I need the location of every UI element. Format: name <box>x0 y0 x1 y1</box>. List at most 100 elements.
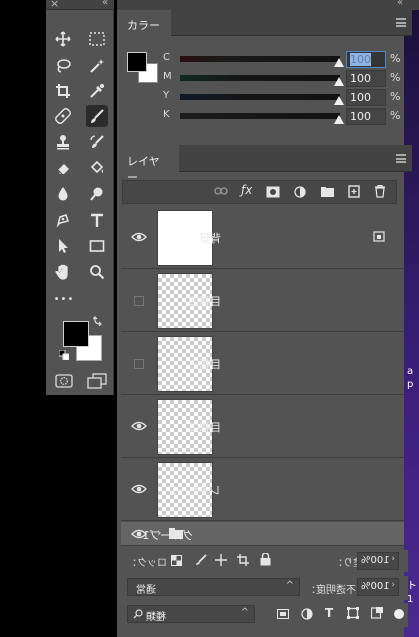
value-input-m[interactable]: 100 <box>346 70 386 87</box>
filter-pixel-icon[interactable] <box>277 609 289 619</box>
type-tool-icon[interactable] <box>86 209 108 231</box>
swap-colors-icon[interactable] <box>92 316 103 329</box>
link-layers-icon[interactable] <box>214 186 228 199</box>
close-icon[interactable]: × <box>50 0 59 10</box>
tab-color[interactable]: カラー <box>117 10 171 36</box>
layer-row-layer-1[interactable]: レイヤー1 <box>121 459 404 521</box>
dodge-tool-icon[interactable] <box>86 183 108 205</box>
filter-kind-dropdown[interactable]: 種類 ^ <box>127 605 255 623</box>
lasso-tool-icon[interactable] <box>52 55 74 77</box>
visibility-eye-icon[interactable] <box>131 483 147 495</box>
layer-name[interactable]: 目標四 <box>188 293 221 309</box>
new-group-icon[interactable] <box>321 187 334 200</box>
slider-row-c: C 100 % <box>163 51 409 69</box>
eyedropper-tool-icon[interactable] <box>86 80 108 102</box>
slider-track-c[interactable] <box>180 56 340 62</box>
layers-panel-menu-icon[interactable] <box>396 154 406 163</box>
healing-brush-tool-icon[interactable] <box>52 105 74 127</box>
slider-label-m: M <box>163 71 172 82</box>
fill-input[interactable]: 100% › <box>357 552 399 570</box>
value-input-y[interactable]: 100 <box>346 89 386 106</box>
marquee-tool-icon[interactable] <box>86 28 108 50</box>
layer-name[interactable]: レイヤー1 <box>170 482 221 498</box>
layer-row-goal-3[interactable]: 目標三 <box>121 333 404 395</box>
pen-tool-icon[interactable] <box>52 209 74 231</box>
layer-name[interactable]: 背景 <box>199 230 221 246</box>
opacity-input[interactable]: 100% › <box>357 578 399 596</box>
add-mask-icon[interactable] <box>266 186 280 201</box>
panel-dock-header: « <box>117 0 419 10</box>
dropdown-arrow-icon: ^ <box>240 607 249 618</box>
slider-label-y: Y <box>163 90 170 101</box>
layer-group-row[interactable]: › グループ1 <box>121 522 404 546</box>
value-input-c[interactable]: 100 <box>346 51 386 68</box>
layer-row-goal-2[interactable]: 目標二 <box>121 396 404 458</box>
rectangle-tool-icon[interactable] <box>86 235 108 257</box>
visibility-eye-icon[interactable] <box>131 231 147 243</box>
layer-name[interactable]: 目標三 <box>188 356 221 372</box>
dock-collapse-icon[interactable]: « <box>397 0 403 8</box>
unit-m: % <box>390 71 401 84</box>
foreground-color-swatch[interactable] <box>63 321 89 347</box>
hand-tool-icon[interactable] <box>52 261 74 283</box>
more-tools-icon[interactable]: ••• <box>53 288 75 310</box>
quick-mask-icon[interactable] <box>55 374 73 391</box>
layer-style-icon[interactable]: ƒx <box>241 183 252 197</box>
filter-type-icon[interactable]: T <box>325 606 333 620</box>
collapse-icon[interactable]: « <box>102 0 108 8</box>
layer-row-goal-4[interactable]: 目標四 <box>121 270 404 332</box>
zoom-tool-icon[interactable] <box>86 261 108 283</box>
blur-tool-icon[interactable] <box>52 183 74 205</box>
layer-name[interactable]: 目標二 <box>188 419 221 435</box>
adjustment-layer-icon[interactable] <box>294 186 306 201</box>
lock-icon[interactable] <box>373 231 385 243</box>
delete-layer-icon[interactable] <box>374 184 386 201</box>
history-brush-tool-icon[interactable] <box>86 131 108 153</box>
slider-knob-k[interactable] <box>334 115 344 124</box>
lock-position-icon[interactable] <box>215 554 227 566</box>
filter-smart-object-icon[interactable] <box>371 607 383 619</box>
color-panel-fg-swatch[interactable] <box>127 52 147 72</box>
visibility-toggle-empty[interactable] <box>134 359 144 369</box>
unit-y: % <box>390 90 401 103</box>
lock-transparent-icon[interactable] <box>171 555 182 566</box>
value-input-k[interactable]: 100 <box>346 108 386 125</box>
eraser-tool-icon[interactable] <box>52 157 74 179</box>
slider-row-k: K 100 % <box>163 108 409 126</box>
blend-mode-dropdown[interactable]: 通常 ^ <box>127 578 300 596</box>
slider-track-m[interactable] <box>180 75 340 81</box>
lock-fill-row: ロック： 塗り： 100% › <box>121 550 408 572</box>
opacity-label: 不透明度： <box>306 585 356 596</box>
lock-all-icon[interactable] <box>260 553 271 566</box>
lock-image-icon[interactable] <box>195 554 207 566</box>
filter-shape-icon[interactable] <box>347 607 359 619</box>
brush-tool-icon[interactable] <box>86 105 108 127</box>
new-layer-icon[interactable] <box>348 185 360 201</box>
filter-toggle-icon[interactable] <box>394 609 404 619</box>
lock-artboard-icon[interactable] <box>237 554 249 566</box>
slider-knob-y[interactable] <box>334 96 344 105</box>
clone-stamp-tool-icon[interactable] <box>52 131 74 153</box>
crop-tool-icon[interactable] <box>52 80 74 102</box>
blend-opacity-row: 通常 ^ 不透明度： 100% › <box>121 576 408 600</box>
tab-layers[interactable]: レイヤー <box>117 145 179 184</box>
slider-track-k[interactable] <box>180 113 340 119</box>
default-colors-icon[interactable] <box>58 349 70 363</box>
layers-panel-tabbar: レイヤー <box>117 145 412 184</box>
dropdown-arrow-icon: ^ <box>285 580 294 591</box>
paint-bucket-tool-icon[interactable] <box>86 157 108 179</box>
slider-track-y[interactable] <box>180 94 340 100</box>
group-name[interactable]: グループ1 <box>143 527 193 543</box>
tools-panel-header[interactable]: × « <box>46 0 114 10</box>
filter-adjustment-icon[interactable] <box>301 608 313 620</box>
screen-mode-icon[interactable] <box>87 373 107 392</box>
color-panel-menu-icon[interactable] <box>396 18 406 27</box>
slider-knob-c[interactable] <box>334 58 344 67</box>
layer-row-background[interactable]: 背景 <box>121 207 404 269</box>
magic-wand-tool-icon[interactable] <box>86 55 108 77</box>
visibility-toggle-empty[interactable] <box>134 296 144 306</box>
path-selection-tool-icon[interactable] <box>52 235 74 257</box>
slider-knob-m[interactable] <box>334 77 344 86</box>
visibility-eye-icon[interactable] <box>131 420 147 432</box>
move-tool-icon[interactable] <box>52 28 74 50</box>
